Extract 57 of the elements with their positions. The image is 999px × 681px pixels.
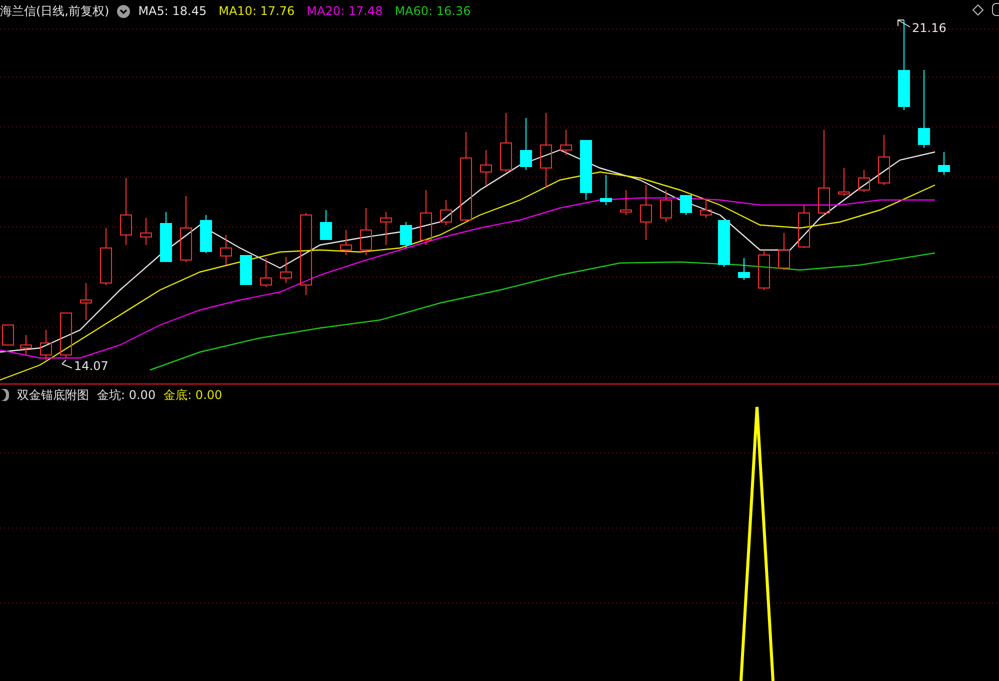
candlestick	[280, 256, 292, 284]
candlestick	[858, 170, 870, 192]
pointer-icon	[62, 360, 72, 368]
candlestick	[680, 194, 692, 216]
candlestick	[340, 230, 352, 256]
candlestick	[718, 220, 730, 268]
candlestick	[100, 228, 112, 286]
candlestick	[120, 178, 132, 246]
diamond-icon[interactable]	[972, 4, 984, 16]
stock-title: 海兰信(日线,前复权)	[0, 3, 110, 20]
candlestick	[758, 250, 770, 290]
candlestick	[640, 184, 652, 240]
indicator-value: MA20: 17.48	[306, 3, 383, 20]
candlestick	[738, 258, 750, 280]
dropdown-icon[interactable]	[117, 4, 130, 18]
candlestick	[60, 312, 72, 358]
collapse-icon[interactable]	[0, 389, 9, 401]
candlestick	[660, 190, 672, 222]
candlestick	[180, 196, 192, 262]
candlestick	[480, 150, 492, 186]
candlestick	[40, 330, 52, 360]
candlestick	[580, 140, 592, 200]
indicator-value: 金底: 0.00	[164, 387, 222, 404]
pointer-icon	[898, 20, 910, 28]
candlestick	[620, 190, 632, 216]
indicator-value: MA60: 16.36	[394, 3, 471, 20]
candlestick	[220, 234, 232, 266]
candlestick	[400, 222, 412, 248]
candlestick	[798, 204, 810, 248]
candlestick	[360, 208, 372, 256]
candlestick	[200, 214, 212, 254]
high-price-label: 21.16	[912, 21, 946, 35]
candlestick	[20, 334, 32, 356]
candlestick	[520, 118, 532, 170]
candlestick	[380, 212, 392, 246]
indicator-title: 双金锚底附图	[17, 387, 89, 404]
indicator-value: MA5: 18.45	[138, 3, 207, 20]
candlestick	[140, 218, 152, 246]
candlestick	[320, 210, 332, 240]
indicator-value: MA10: 17.76	[218, 3, 295, 20]
candlestick	[838, 168, 850, 196]
candlestick	[80, 282, 92, 320]
low-price-label: 14.07	[74, 359, 108, 373]
indicator-value: 金坑: 0.00	[97, 387, 156, 404]
candlestick	[938, 152, 950, 176]
candlestick	[500, 112, 512, 172]
candlestick	[778, 232, 790, 270]
candlestick	[600, 174, 612, 206]
candlestick	[260, 258, 272, 288]
candlestick	[2, 324, 14, 346]
candlestick	[878, 134, 890, 186]
candlestick	[420, 190, 432, 246]
candlestick	[240, 254, 252, 286]
candlestick	[160, 212, 172, 262]
candlestick	[560, 130, 572, 156]
candlestick	[440, 200, 452, 226]
candlestick	[700, 200, 712, 218]
